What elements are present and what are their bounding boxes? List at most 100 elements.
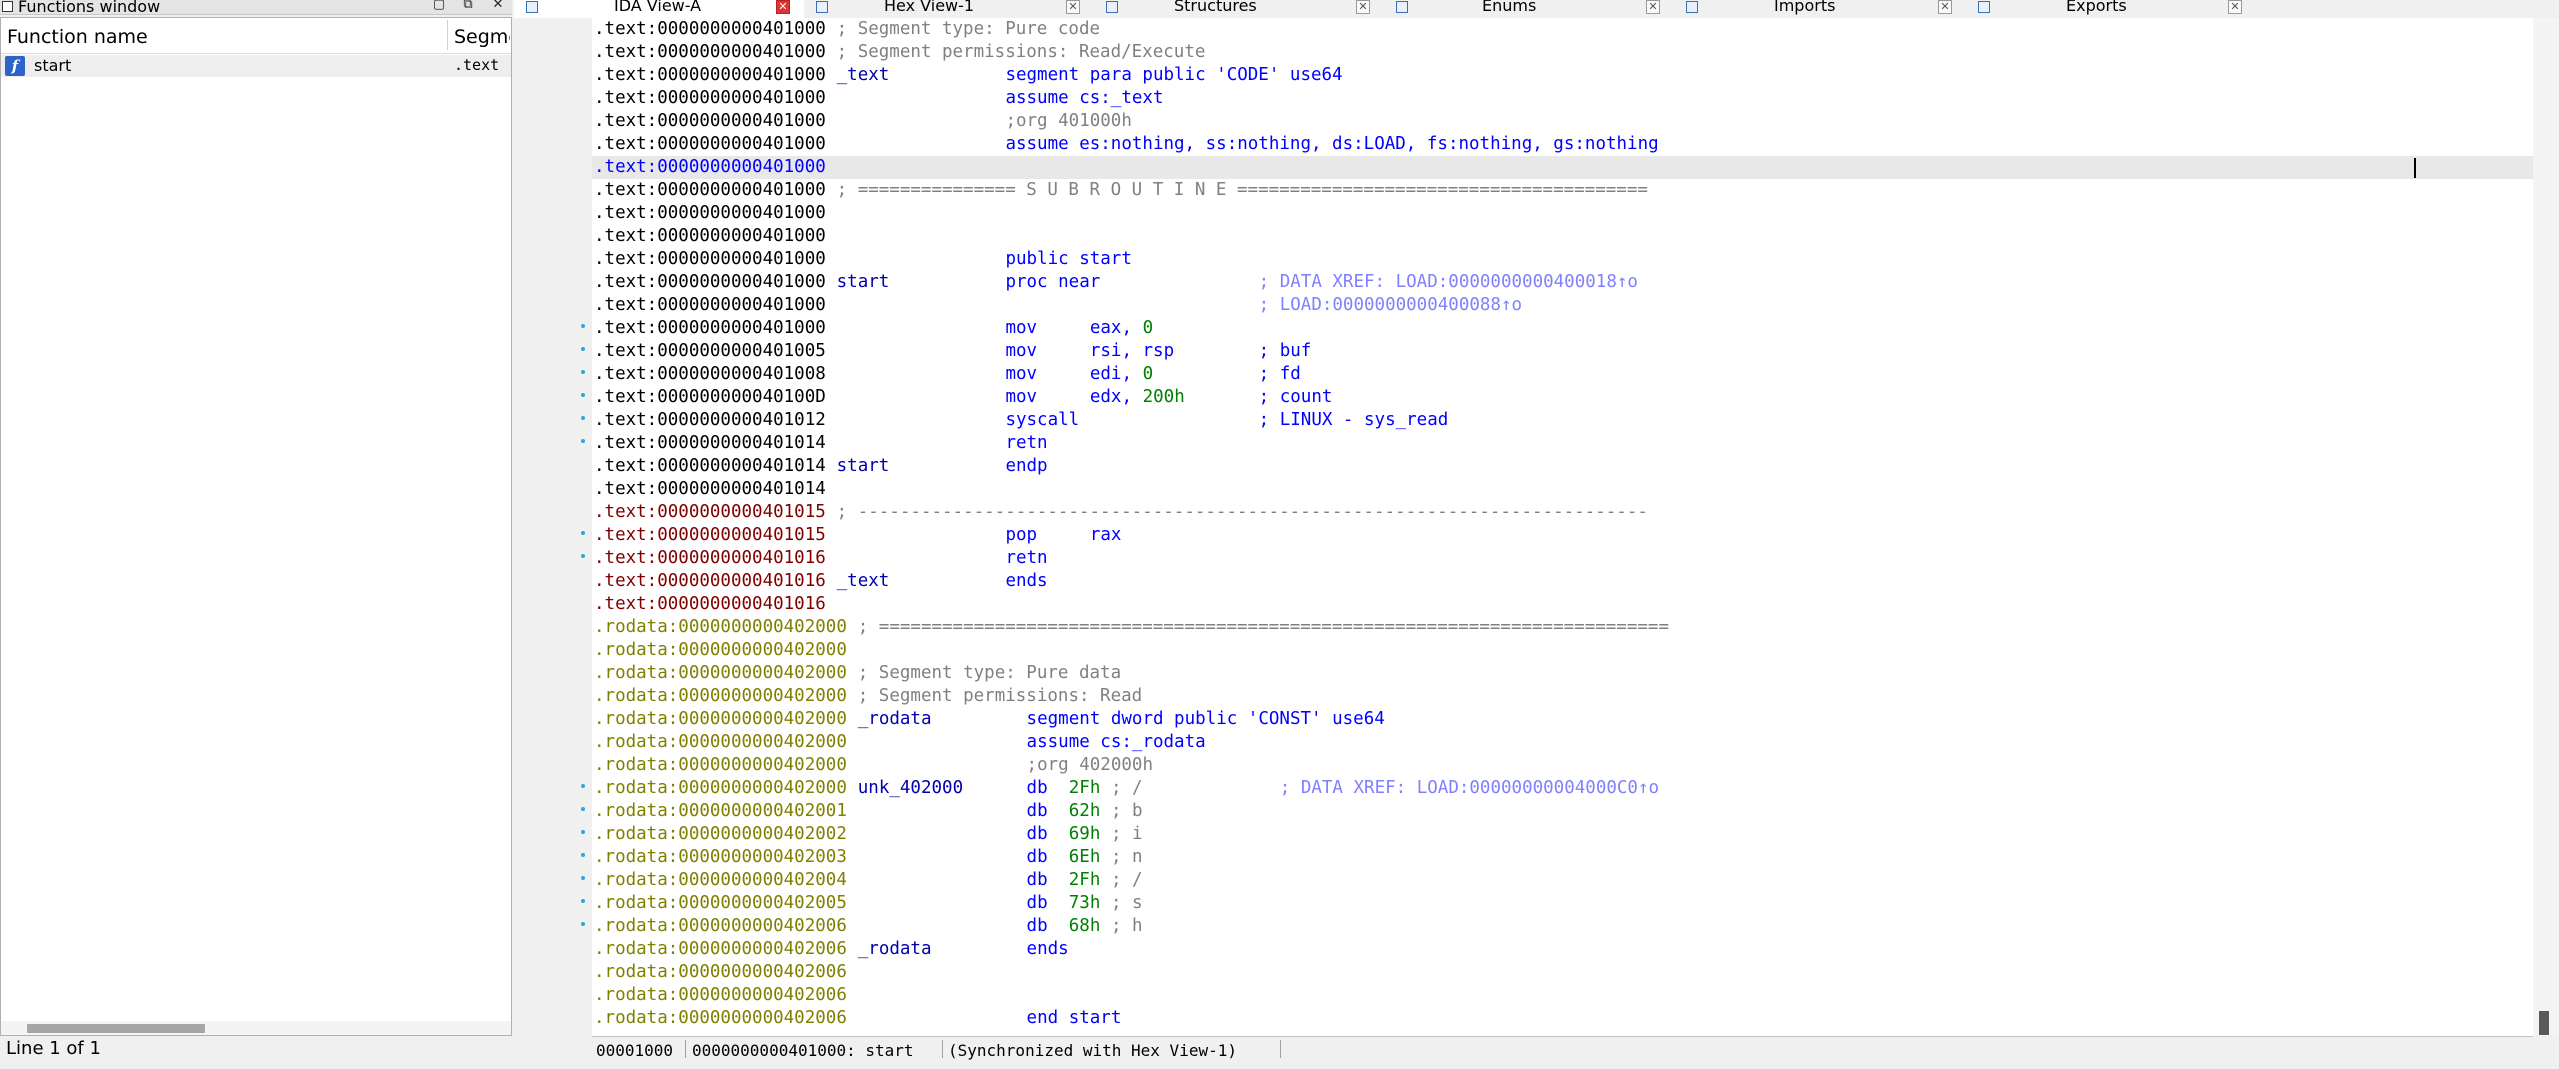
function-row[interactable]: f start .text [1,55,511,77]
listing-line[interactable]: .text:0000000000401000 mov eax, 0 [592,317,2533,340]
listing-line[interactable]: .rodata:0000000000402001 db 62h ; b [592,800,2533,823]
listing-line[interactable]: .rodata:0000000000402006 [592,984,2533,1007]
tab-imports[interactable]: Imports ✕ [1674,0,1966,18]
close-tab-icon[interactable]: ✕ [1646,0,1660,14]
instruction-marker-dot [581,784,585,788]
tab-enums[interactable]: Enums ✕ [1384,0,1674,18]
listing-line[interactable]: .rodata:0000000000402000 _rodata segment d… [592,708,2533,731]
instruction-marker-dot [581,347,585,351]
listing-line[interactable]: .rodata:0000000000402000 ;org 402000h [592,754,2533,777]
listing-line[interactable]: .text:0000000000401000 _text segment para … [592,64,2533,87]
line-address: .rodata:0000000000402000 [594,709,847,729]
close-tab-icon[interactable]: ✕ [2228,0,2242,14]
listing-line[interactable]: .rodata:0000000000402000 assume cs:_rodat… [592,731,2533,754]
horizontal-scrollbar[interactable] [1,1021,511,1035]
listing-line[interactable]: .rodata:0000000000402006 _rodata ends [592,938,2533,961]
line-token-instr: syscall [1005,410,1080,430]
listing-line[interactable]: .rodata:0000000000402000 [592,639,2533,662]
float-icon[interactable]: ⧉ [459,0,477,13]
line-address: .rodata:0000000000402003 [594,847,847,867]
listing-line[interactable]: .text:0000000000401014 retn [592,432,2533,455]
disassembly-view[interactable]: .text:0000000000401000 ; Segment type: P… [592,18,2533,1036]
tab-ida-view-a[interactable]: IDA View-A ✕ [514,0,804,18]
listing-line[interactable]: .rodata:0000000000402006 end start [592,1007,2533,1030]
listing-line[interactable]: .text:0000000000401000 ;org 401000h [592,110,2533,133]
line-token-num: 2Fh [1068,778,1101,798]
listing-line[interactable]: .text:0000000000401000 ; LOAD:00000000004… [592,294,2533,317]
column-divider[interactable] [447,20,448,50]
column-header-segment[interactable]: Segme [454,26,510,48]
line-address: .text:0000000000401000 [594,318,826,338]
listing-line[interactable]: .text:000000000040100D mov edx, 200h ; coun… [592,386,2533,409]
column-header-function-name[interactable]: Function name [7,26,148,48]
functions-list[interactable]: Function name Segme f start .text [0,17,512,1036]
line-token-num: 68h [1068,916,1101,936]
listing-line[interactable]: .rodata:0000000000402000 ; Segment permi… [592,685,2533,708]
line-token-dircom: ; / [1110,870,1143,890]
window-icon [2,1,13,12]
line-token-comment: ; Segment permissions: Read [847,686,1143,706]
line-address: .text:0000000000401000 [594,134,826,154]
line-token-instr: ; count [1258,387,1333,407]
listing-line[interactable]: .text:0000000000401008 mov edi, 0 ; fd [592,363,2533,386]
listing-line[interactable]: .text:0000000000401000 assume es:nothing,… [592,133,2533,156]
line-token-instr: proc near [1005,272,1101,292]
listing-line[interactable]: .text:0000000000401014 start endp [592,455,2533,478]
listing-line[interactable]: .text:0000000000401012 syscall ; LINUX - s… [592,409,2533,432]
line-token-num: 6Eh [1068,847,1101,867]
tab-structures[interactable]: Structures ✕ [1094,0,1384,18]
listing-line[interactable]: .rodata:0000000000402003 db 6Eh ; n [592,846,2533,869]
listing-line[interactable]: .text:0000000000401000 ; Segment permiss… [592,41,2533,64]
line-token-label: unk_402000 [857,778,964,798]
restore-icon[interactable]: ▢ [430,0,448,13]
instruction-marker-dot [581,439,585,443]
tab-hex-view-1[interactable]: Hex View-1 ✕ [804,0,1094,18]
tab-label: Structures [1174,0,1257,15]
line-address: .text:0000000000401008 [594,364,826,384]
listing-line[interactable]: .rodata:0000000000402000 unk_402000 db 2Fh;… [592,777,2533,800]
tab-exports[interactable]: Exports ✕ [1966,0,2256,18]
listing-line[interactable]: .text:0000000000401016 _text ends [592,570,2533,593]
listing-line[interactable]: .text:0000000000401000 start proc near ; DA… [592,271,2533,294]
listing-line[interactable]: .text:0000000000401000 public start [592,248,2533,271]
tab-label: IDA View-A [614,0,702,15]
close-tab-icon[interactable]: ✕ [1066,0,1080,14]
listing-line[interactable]: .text:0000000000401000 assume cs:_text [592,87,2533,110]
line-token-instr: mov [1005,341,1038,361]
listing-line[interactable]: .text:0000000000401016 [592,593,2533,616]
close-tab-icon[interactable]: ✕ [776,0,790,14]
listing-line[interactable]: .text:0000000000401000 [592,156,2533,179]
listing-line[interactable]: .text:0000000000401000 ; Segment type: P… [592,18,2533,41]
line-token-instr: ends [1026,939,1069,959]
close-tab-icon[interactable]: ✕ [1938,0,1952,14]
line-token-num: 200h [1142,387,1185,407]
close-icon[interactable]: ✕ [489,0,507,13]
listing-line[interactable]: .rodata:0000000000402005 db 73h ; s [592,892,2533,915]
line-address: .text:0000000000401000 [594,180,826,200]
listing-line[interactable]: .text:0000000000401000 ; ===============… [592,179,2533,202]
listing-line[interactable]: .text:0000000000401016 retn [592,547,2533,570]
listing-line[interactable]: .text:0000000000401000 [592,225,2533,248]
vertical-scrollbar[interactable] [2533,18,2559,1036]
listing-line[interactable]: .rodata:0000000000402000 ; =============… [592,616,2533,639]
listing-line[interactable]: .text:0000000000401015 pop rax [592,524,2533,547]
status-file-offset: 00001000 [596,1041,674,1060]
close-tab-icon[interactable]: ✕ [1356,0,1370,14]
listing-line[interactable]: .rodata:0000000000402006 db 68h ; h [592,915,2533,938]
line-address: .rodata:0000000000402000 [594,686,847,706]
listing-line[interactable]: .text:0000000000401000 [592,202,2533,225]
listing-line[interactable]: .text:0000000000401005 mov rsi, rsp ; buf [592,340,2533,363]
view-tab-bar: IDA View-A ✕ Hex View-1 ✕ Structures ✕ E… [514,0,2559,18]
vertical-scrollbar-thumb[interactable] [2539,1011,2549,1035]
listing-line[interactable]: .rodata:0000000000402006 [592,961,2533,984]
line-token-num: 73h [1068,893,1101,913]
horizontal-scrollbar-thumb[interactable] [27,1024,205,1033]
listing-line[interactable]: .rodata:0000000000402002 db 69h ; i [592,823,2533,846]
listing-line[interactable]: .rodata:0000000000402000 ; Segment type:… [592,662,2533,685]
status-divider [942,1040,943,1058]
listing-line[interactable]: .text:0000000000401014 [592,478,2533,501]
disassembly-gutter[interactable] [514,18,592,1036]
listing-line[interactable]: .text:0000000000401015 ; ---------------… [592,501,2533,524]
line-address: .text:0000000000401000 [594,19,826,39]
listing-line[interactable]: .rodata:0000000000402004 db 2Fh ; / [592,869,2533,892]
